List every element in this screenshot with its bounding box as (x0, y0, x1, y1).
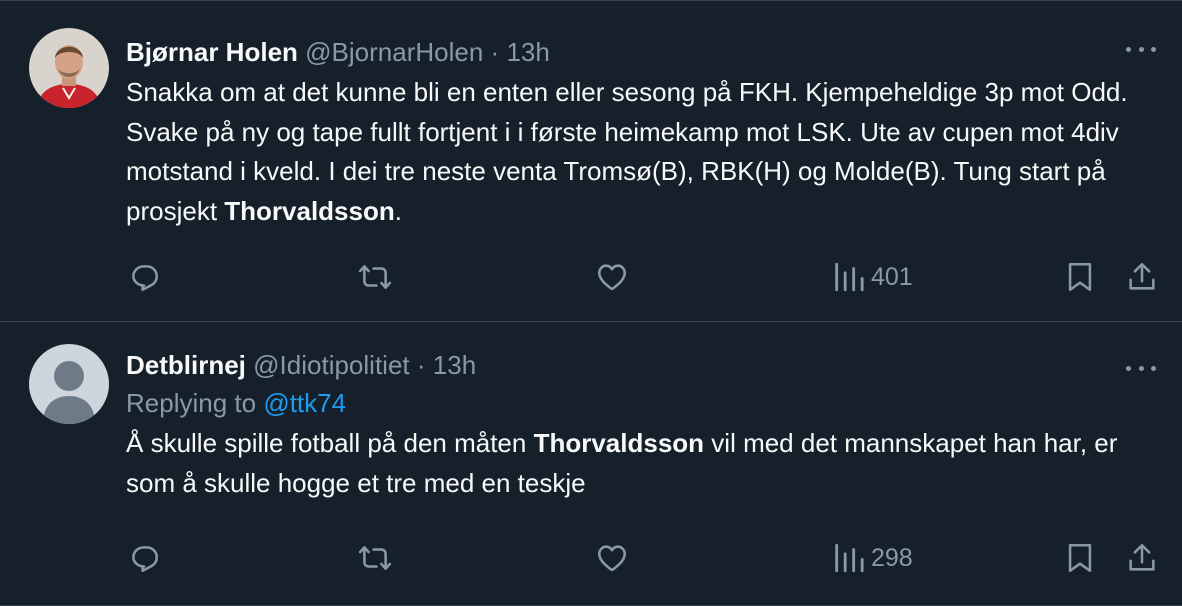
avatar[interactable] (29, 344, 109, 424)
share-icon (1129, 262, 1155, 290)
like-icon (597, 264, 627, 291)
tweet-text-part: Å skulle spille fotball på den måten (126, 428, 534, 458)
timestamp[interactable]: 13h (433, 350, 476, 380)
author-handle[interactable]: @Idiotipolitiet (253, 350, 409, 380)
author-name[interactable]: Detblirnej (126, 350, 246, 380)
tweet-header: Detblirnej @Idiotipolitiet · 13h (126, 348, 1142, 382)
tweet-text: Snakka om at det kunne bli en enten elle… (126, 73, 1142, 231)
tweet-text-highlight: Thorvaldsson (533, 428, 705, 458)
reply-button[interactable] (127, 538, 161, 578)
tweet-text: Å skulle spille fotball på den måten Tho… (126, 424, 1142, 503)
retweet-button[interactable] (358, 538, 392, 578)
author-name[interactable]: Bjørnar Holen (126, 37, 298, 67)
views-icon (835, 262, 864, 292)
views-button[interactable]: 298 (831, 538, 913, 578)
views-count: 298 (871, 543, 913, 572)
views-count: 401 (871, 262, 913, 291)
bookmark-button[interactable] (1063, 257, 1097, 297)
tweet-text-highlight: Thorvaldsson (224, 195, 395, 226)
retweet-icon (358, 265, 392, 289)
author-handle[interactable]: @BjornarHolen (305, 37, 483, 67)
share-button[interactable] (1125, 257, 1159, 297)
tweet-content: Bjørnar Holen @BjornarHolen · 13h Snakka… (126, 35, 1142, 231)
tweet-header: Bjørnar Holen @BjornarHolen · 13h (126, 35, 1142, 69)
tweet[interactable]: Detblirnej @Idiotipolitiet · 13h Replyin… (0, 322, 1182, 606)
timestamp[interactable]: 13h (506, 37, 549, 67)
like-button[interactable] (595, 538, 629, 578)
reply-button[interactable] (127, 257, 161, 297)
views-icon (835, 543, 864, 573)
tweet[interactable]: Bjørnar Holen @BjornarHolen · 13h Snakka… (0, 0, 1182, 322)
share-icon (1129, 543, 1155, 571)
separator: · (490, 37, 500, 67)
retweet-button[interactable] (358, 257, 392, 297)
share-button[interactable] (1125, 538, 1159, 578)
retweet-icon (358, 546, 392, 570)
action-bar: 298 (0, 538, 1182, 578)
like-icon (597, 545, 627, 572)
bookmark-button[interactable] (1063, 538, 1097, 578)
bookmark-icon (1068, 543, 1092, 573)
replying-to: Replying to @ttk74 (126, 386, 1142, 420)
separator: · (416, 350, 426, 380)
replying-label: Replying to (126, 388, 257, 418)
tweet-text-part: . (394, 195, 402, 226)
views-button[interactable]: 401 (831, 257, 913, 297)
reply-icon (132, 546, 159, 573)
replying-to-link[interactable]: @ttk74 (263, 388, 346, 418)
bookmark-icon (1068, 262, 1092, 292)
like-button[interactable] (595, 257, 629, 297)
action-bar: 401 (0, 257, 1182, 297)
tweet-content: Detblirnej @Idiotipolitiet · 13h Replyin… (126, 348, 1142, 503)
reply-icon (132, 265, 159, 292)
avatar[interactable] (29, 28, 109, 108)
